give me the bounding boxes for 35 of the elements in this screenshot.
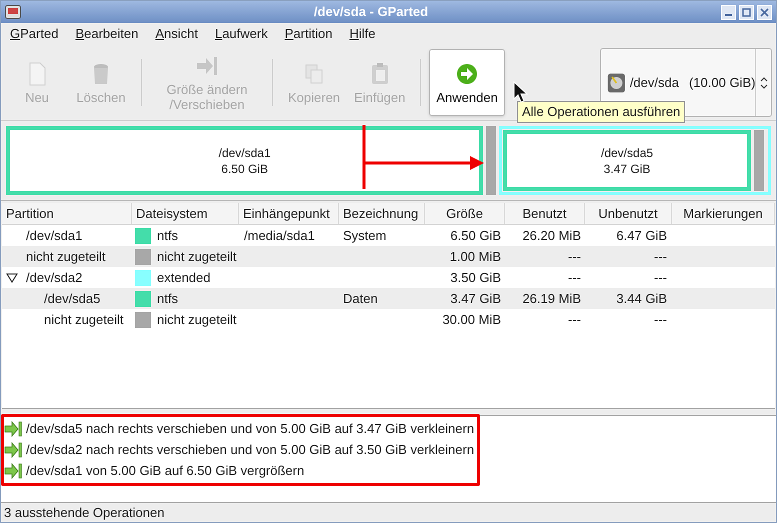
window-title: /dev/sda - GParted	[312, 3, 430, 22]
partition-name: /dev/sda1	[218, 144, 271, 160]
table-cell-text: /dev/sda5	[44, 290, 100, 308]
table-cell-text: ---	[568, 269, 581, 287]
table-cell-text: /dev/sda1	[26, 227, 82, 245]
partition-name: /dev/sda5	[601, 144, 654, 160]
table-cell-text: 30.00 MiB	[442, 311, 501, 329]
table-cell-text: 1.00 MiB	[450, 248, 501, 266]
table-cell-text: ---	[654, 248, 667, 266]
table-cell-text: ---	[568, 248, 581, 266]
status-text: 3 ausstehende Operationen	[4, 504, 164, 522]
table-cell-text: 3.50 GiB	[450, 269, 501, 287]
table-cell-text: extended	[157, 269, 210, 287]
table-cell-text: nicht zugeteilt	[44, 311, 124, 329]
table-cell-text: nicht zugeteilt	[26, 248, 106, 266]
table-cell-text: ntfs	[157, 227, 178, 245]
table-cell-text: Daten	[343, 290, 378, 308]
table-cell-text: /dev/sda2	[26, 269, 82, 287]
partition-size: 6.50 GiB	[221, 160, 268, 176]
table-cell-text: ---	[654, 269, 667, 287]
table-cell-text: System	[343, 227, 386, 245]
table-cell-text: 3.47 GiB	[450, 290, 501, 308]
table-cell-text: /media/sda1	[244, 227, 315, 245]
table-cell-text: 3.44 GiB	[616, 290, 667, 308]
partition-size: 3.47 GiB	[604, 160, 650, 176]
table-cell-text: nicht zugeteilt	[157, 248, 236, 266]
table-cell-text: 6.50 GiB	[450, 227, 501, 245]
table-cell-text: nicht zugeteilt	[157, 311, 236, 329]
table-cell-text: ---	[654, 311, 667, 329]
tooltip: Alle Operationen ausführen	[517, 101, 686, 123]
table-cell-text: 6.47 GiB	[616, 227, 667, 245]
table-cell-text: 26.19 MiB	[522, 290, 581, 308]
table-cell-text: ---	[568, 311, 581, 329]
table-cell-text: 26.20 MiB	[522, 227, 581, 245]
table-cell-text: ntfs	[157, 290, 178, 308]
